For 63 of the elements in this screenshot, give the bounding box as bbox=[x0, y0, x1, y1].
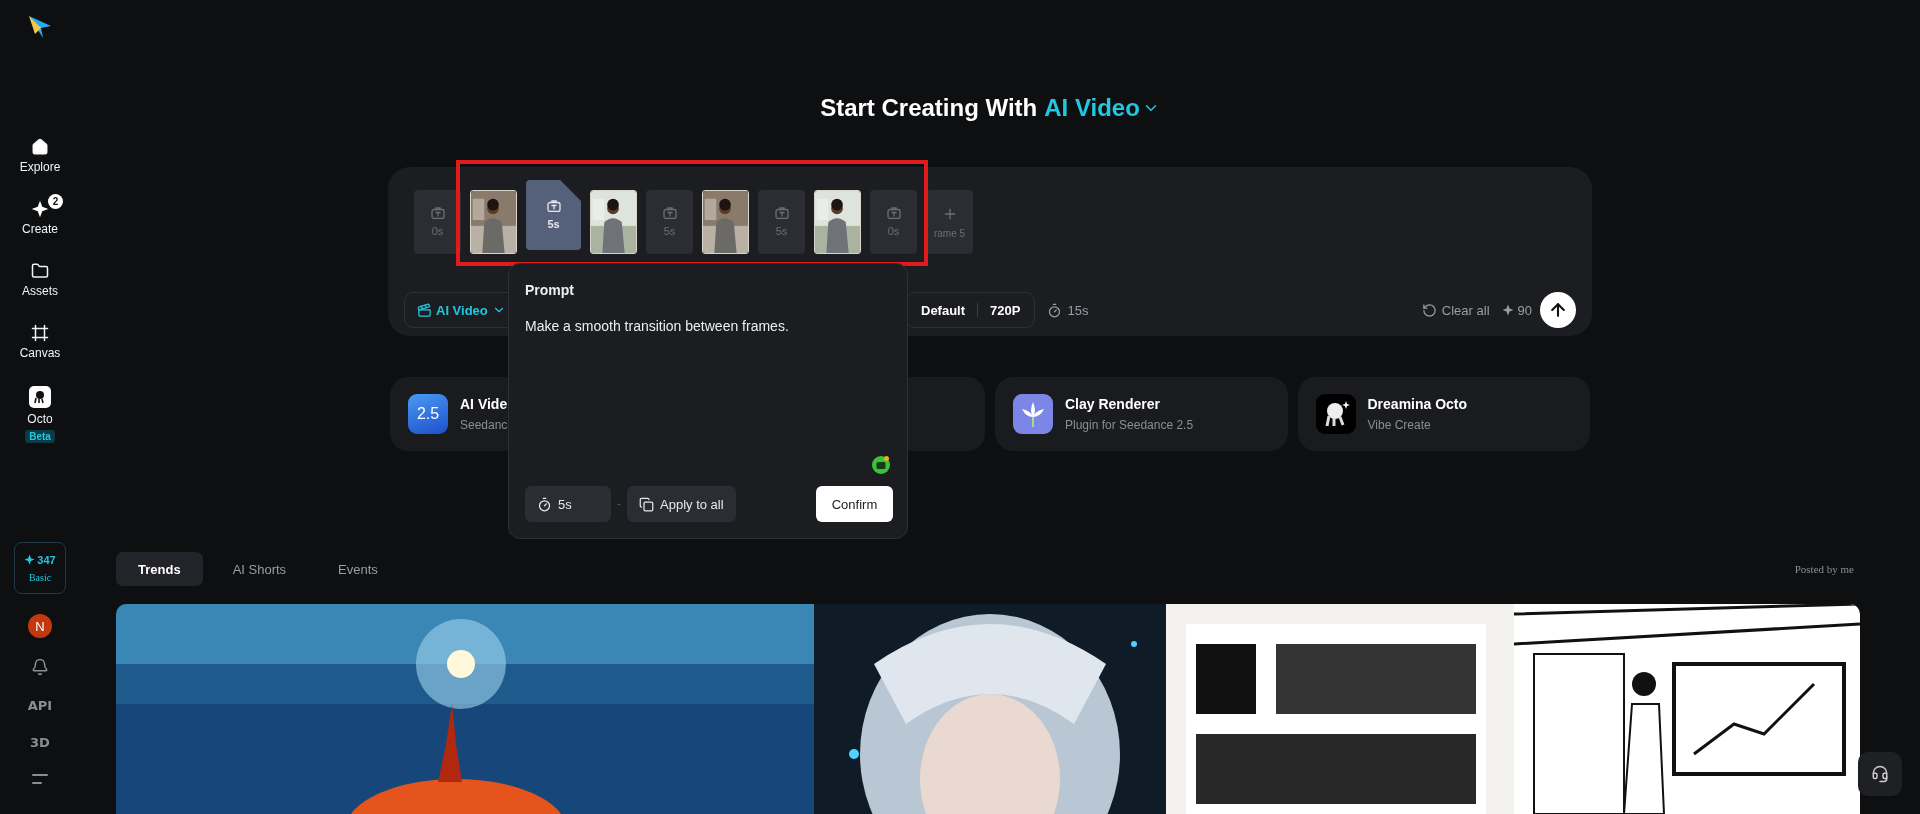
plan-label: Basic bbox=[28, 571, 52, 583]
feature-card[interactable]: Dreamina Octo Vibe Create bbox=[1297, 377, 1590, 451]
sparkle-icon bbox=[24, 554, 36, 565]
timer-icon bbox=[537, 496, 552, 512]
feature-card[interactable]: Clay Renderer Plugin for Seedance 2.5 bbox=[995, 377, 1288, 451]
logo-icon[interactable] bbox=[27, 14, 53, 40]
arrow-up-icon bbox=[1548, 300, 1568, 320]
tab[interactable]: Events bbox=[316, 552, 400, 586]
text-frame-icon bbox=[662, 207, 677, 219]
robot-icon[interactable] bbox=[871, 455, 891, 475]
text-frame-icon bbox=[546, 200, 561, 212]
duration-label: 15s bbox=[1067, 302, 1089, 318]
credits-card[interactable]: 347 Basic bbox=[14, 542, 66, 594]
resolution-value: 720P bbox=[990, 302, 1021, 318]
text-frame-icon bbox=[886, 207, 901, 219]
submit-button[interactable] bbox=[1540, 292, 1576, 328]
count-badge: 2 bbox=[48, 194, 63, 209]
beta-tag: Beta bbox=[25, 430, 55, 443]
menu-icon bbox=[31, 772, 49, 786]
nav-item[interactable]: Create 2 bbox=[12, 194, 68, 236]
page-heading: Start Creating With bbox=[820, 94, 1038, 122]
transition-slot[interactable]: 5s bbox=[526, 180, 581, 250]
frame-icon bbox=[31, 324, 49, 342]
nav-item[interactable]: Canvas bbox=[9, 318, 71, 360]
sparkle-icon bbox=[31, 200, 49, 218]
feature-title: Clay Renderer bbox=[1065, 396, 1161, 412]
user-avatar[interactable]: N bbox=[28, 614, 52, 638]
feature-title: Dreamina Octo bbox=[1367, 396, 1468, 412]
reset-icon bbox=[1421, 302, 1437, 318]
feature-subtitle: Vibe Create bbox=[1367, 418, 1432, 432]
apply-all-button[interactable]: Apply to all bbox=[627, 486, 736, 522]
text-frame-icon bbox=[430, 207, 445, 219]
nav-item[interactable]: Explore bbox=[9, 132, 71, 174]
filter-link[interactable]: Posted by me bbox=[1788, 562, 1860, 576]
timer-icon bbox=[1047, 302, 1063, 318]
tab[interactable]: Trends bbox=[116, 552, 203, 586]
side-link[interactable]: API bbox=[25, 696, 55, 715]
folder-icon bbox=[31, 262, 49, 280]
credit-cost: 90 bbox=[1517, 302, 1532, 318]
side-link[interactable]: 3D bbox=[28, 733, 52, 752]
video-icon bbox=[417, 302, 432, 318]
feature-subtitle: Seedanc bbox=[460, 418, 508, 432]
text-frame-icon bbox=[774, 207, 789, 219]
nav-item[interactable]: Assets bbox=[12, 256, 68, 298]
ratio-value: Default bbox=[921, 302, 966, 318]
octopus-icon bbox=[29, 386, 51, 408]
confirm-button[interactable]: Confirm bbox=[816, 486, 893, 522]
headset-icon bbox=[1871, 765, 1889, 783]
tab[interactable]: AI Shorts bbox=[210, 552, 309, 586]
feature-subtitle: Plugin for Seedance 2.5 bbox=[1065, 418, 1194, 432]
mode-dropdown[interactable]: AI Video bbox=[1044, 94, 1160, 122]
copy-icon bbox=[639, 496, 654, 512]
clear-all-button[interactable]: Clear all bbox=[1415, 301, 1496, 319]
app-icon: 2.5 bbox=[408, 394, 448, 434]
bell-icon bbox=[31, 658, 49, 676]
credit-amount: 347 bbox=[37, 553, 56, 566]
feature-title: AI Vide bbox=[460, 396, 508, 412]
sparkle-icon bbox=[1501, 304, 1514, 316]
home-icon bbox=[31, 138, 49, 156]
nav-item[interactable]: Octo Beta bbox=[15, 380, 65, 443]
separator: - bbox=[617, 497, 621, 511]
duration-field[interactable]: 5s bbox=[525, 486, 611, 522]
support-button[interactable] bbox=[1858, 752, 1902, 796]
